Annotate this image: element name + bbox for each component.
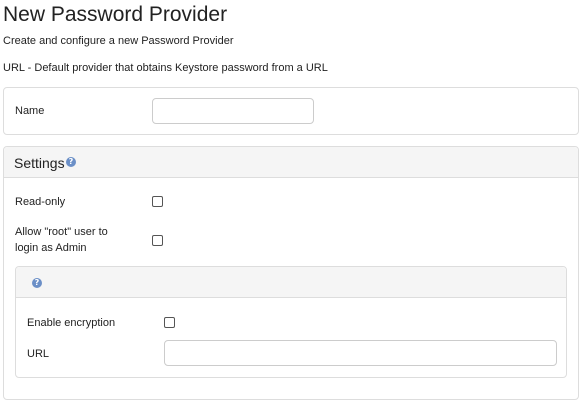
name-panel: Name	[3, 87, 579, 135]
page-subtitle: Create and configure a new Password Prov…	[3, 35, 234, 47]
allow-root-label-line1: Allow "root" user to	[15, 226, 108, 238]
encryption-panel: ? Enable encryption URL	[15, 266, 567, 378]
read-only-label: Read-only	[15, 196, 66, 208]
allow-root-label-line2: login as Admin	[15, 242, 87, 254]
page-title: New Password Provider	[3, 3, 228, 26]
url-input[interactable]	[164, 340, 557, 366]
enable-encryption-checkbox[interactable]	[164, 317, 175, 328]
encryption-panel-heading: ?	[16, 267, 566, 298]
name-input[interactable]	[152, 98, 314, 124]
question-circle-icon[interactable]: ?	[32, 278, 42, 288]
name-label: Name	[15, 105, 45, 117]
question-circle-icon[interactable]: ?	[66, 157, 76, 167]
provider-description: URL - Default provider that obtains Keys…	[3, 62, 328, 74]
allow-root-checkbox[interactable]	[152, 235, 163, 246]
settings-panel-heading: Settings ?	[4, 147, 578, 178]
settings-heading: Settings	[14, 155, 65, 171]
url-label: URL	[27, 348, 50, 360]
settings-panel: Settings ? Read-only Allow "root" user t…	[3, 146, 579, 400]
read-only-checkbox[interactable]	[152, 196, 163, 207]
enable-encryption-label: Enable encryption	[27, 317, 116, 329]
